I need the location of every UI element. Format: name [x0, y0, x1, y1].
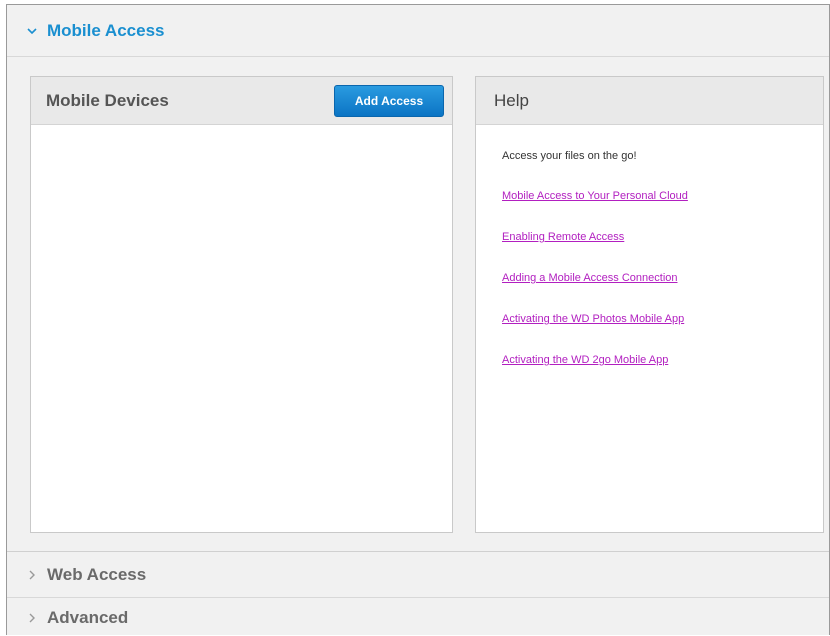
help-link-remote-access[interactable]: Enabling Remote Access — [502, 231, 823, 243]
settings-frame: Mobile Access Mobile Devices Add Access … — [6, 4, 830, 635]
help-link-wd-2go[interactable]: Activating the WD 2go Mobile App — [502, 354, 823, 366]
help-content: Access your files on the go! Mobile Acce… — [476, 125, 823, 366]
mobile-devices-header: Mobile Devices Add Access — [31, 77, 452, 125]
mobile-access-header[interactable]: Mobile Access — [7, 5, 830, 57]
help-title: Help — [494, 90, 529, 110]
mobile-devices-title: Mobile Devices — [46, 90, 169, 110]
add-access-button[interactable]: Add Access — [334, 84, 444, 117]
chevron-down-icon — [17, 27, 47, 35]
help-link-personal-cloud[interactable]: Mobile Access to Your Personal Cloud — [502, 190, 823, 202]
help-header: Help — [476, 77, 823, 125]
chevron-right-icon — [17, 570, 47, 580]
help-panel: Help Access your files on the go! Mobile… — [475, 76, 824, 533]
advanced-header[interactable]: Advanced — [7, 599, 830, 636]
help-link-add-connection[interactable]: Adding a Mobile Access Connection — [502, 272, 823, 284]
mobile-access-body: Mobile Devices Add Access Help Access yo… — [7, 58, 830, 552]
mobile-access-title: Mobile Access — [47, 20, 165, 40]
help-link-wd-photos[interactable]: Activating the WD Photos Mobile App — [502, 313, 823, 325]
chevron-right-icon — [17, 613, 47, 623]
mobile-devices-panel: Mobile Devices Add Access — [30, 76, 453, 533]
web-access-header[interactable]: Web Access — [7, 553, 830, 598]
web-access-title: Web Access — [47, 565, 147, 584]
advanced-title: Advanced — [47, 607, 129, 627]
help-intro: Access your files on the go! — [502, 150, 637, 162]
